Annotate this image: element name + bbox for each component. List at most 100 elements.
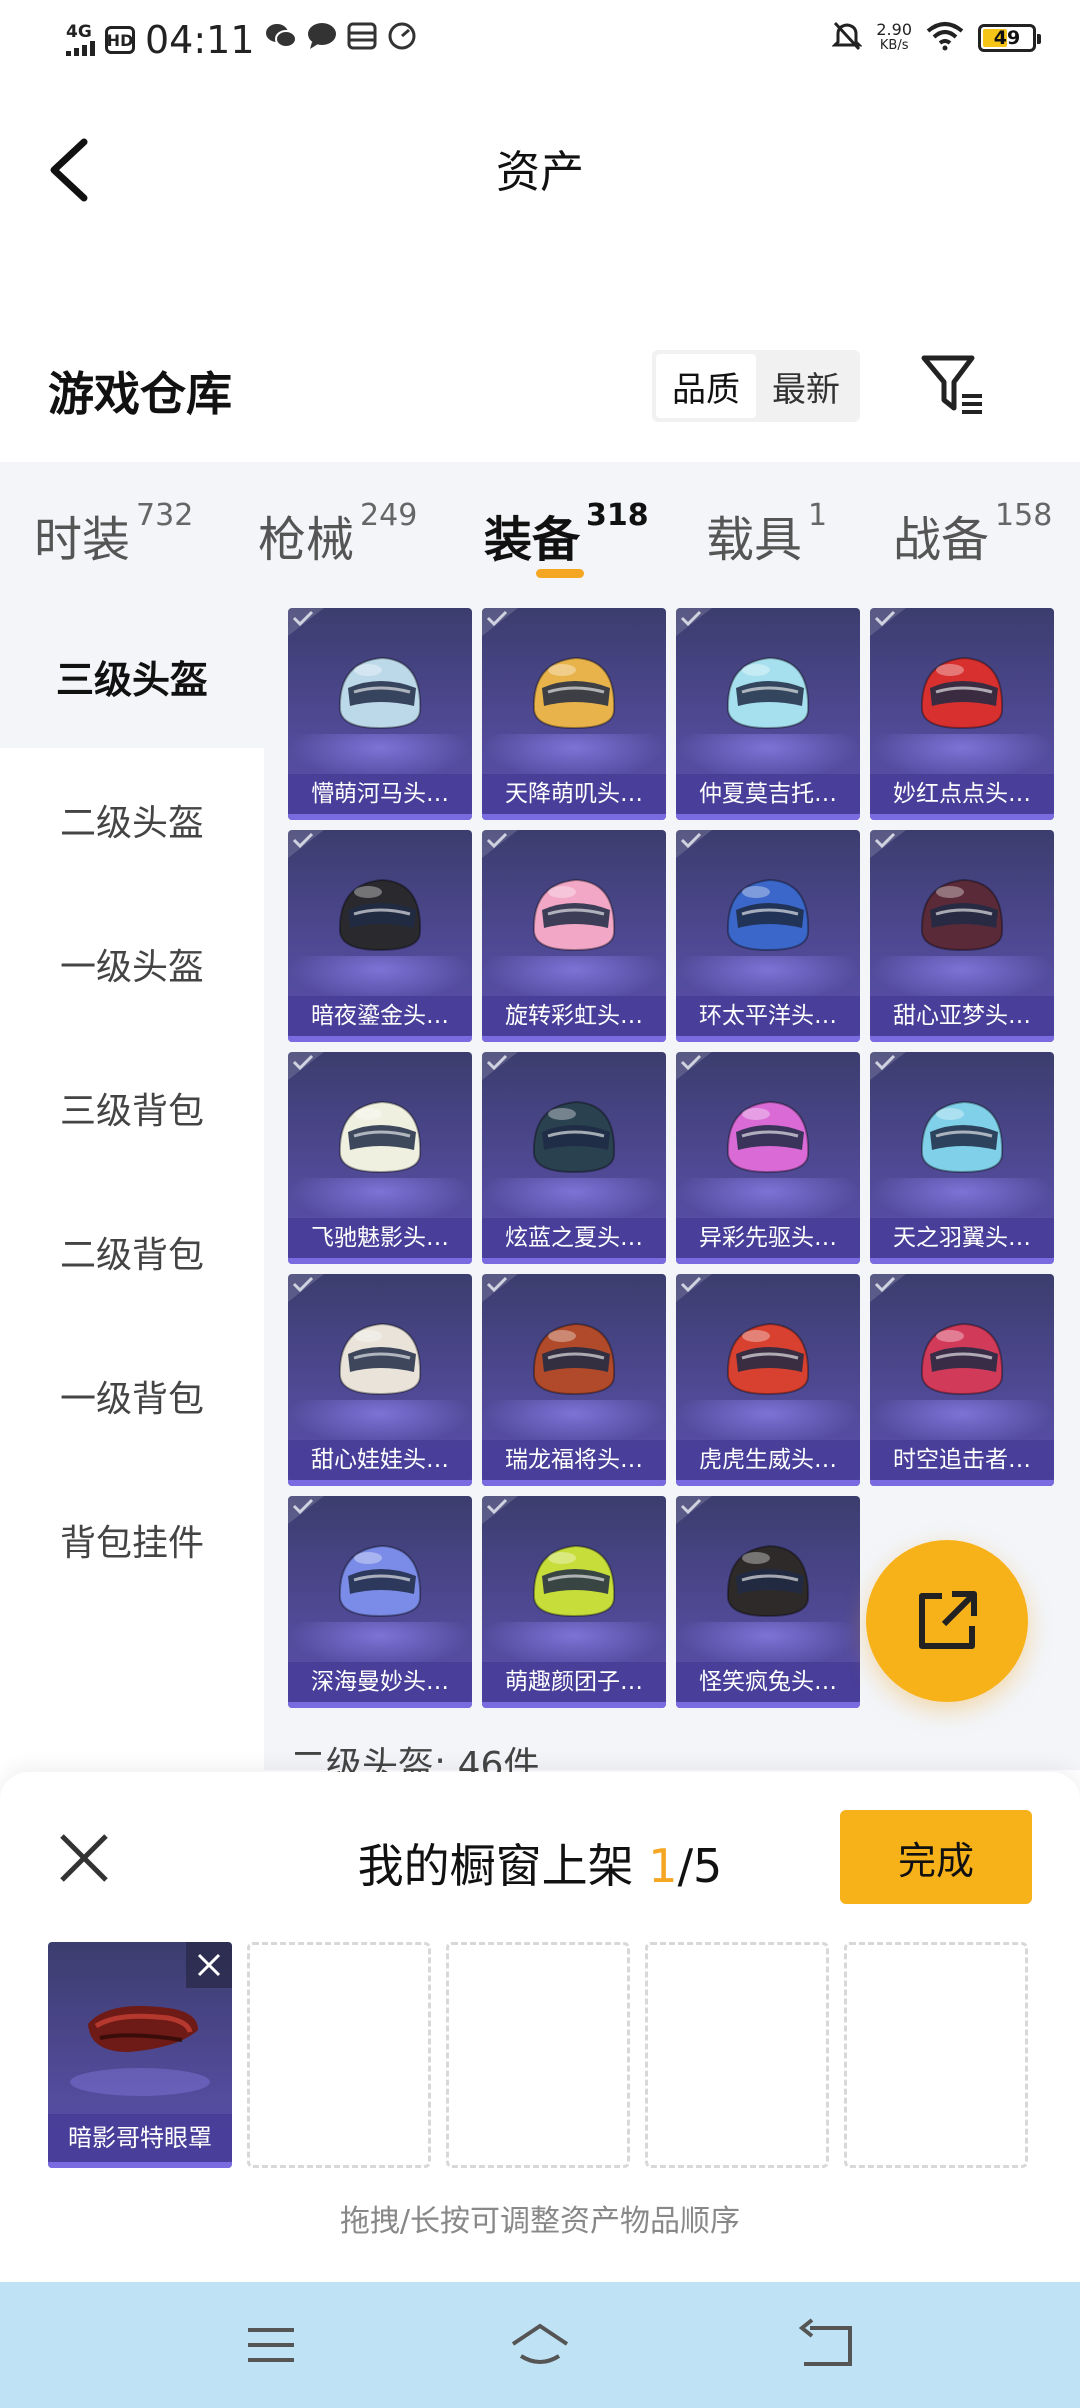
check-icon [870,608,906,636]
remove-item-button[interactable] [186,1942,232,1988]
sidebar-item-level3-backpack[interactable]: 三级背包 [0,1036,264,1180]
sidebar-item-level2-backpack[interactable]: 二级背包 [0,1180,264,1324]
tab-fashion[interactable]: 时装 732 [34,498,193,570]
check-icon [482,1052,518,1080]
sidebar-item-level1-helmet[interactable]: 一级头盔 [0,892,264,1036]
mute-icon [831,20,863,56]
item-name: 旋转彩虹头… [482,996,666,1036]
item-card[interactable]: 甜心亚梦头… [870,830,1054,1042]
home-icon [511,2323,569,2364]
sort-quality-button[interactable]: 品质 [656,354,756,418]
item-name: 仲夏莫吉托… [676,774,860,814]
check-icon [676,1496,712,1524]
menu-button[interactable] [236,2310,306,2380]
item-name: 炫蓝之夏头… [482,1218,666,1258]
item-card[interactable]: 妙红点点头… [870,608,1054,820]
subcategory-sidebar: 三级头盔 二级头盔 一级头盔 三级背包 二级背包 一级背包 背包挂件 [0,604,264,1770]
page-title: 资产 [496,147,584,198]
check-icon [676,1052,712,1080]
helmet-item-image [532,1100,616,1174]
item-name: 异彩先驱头… [676,1218,860,1258]
item-card[interactable]: 懵萌河马头… [288,608,472,820]
item-name: 环太平洋头… [676,996,860,1036]
check-icon [870,830,906,858]
sidebar-item-level1-backpack[interactable]: 一级背包 [0,1324,264,1468]
close-icon [197,1953,221,1977]
timer-icon [387,21,417,59]
check-icon [482,608,518,636]
hd-icon: HD [105,26,135,54]
check-icon [676,830,712,858]
helmet-item-image [920,1322,1004,1396]
item-card[interactable]: 旋转彩虹头… [482,830,666,1042]
item-card[interactable]: 怪笑疯兔头… [676,1496,860,1708]
wechat-icon [265,22,297,58]
item-name: 萌趣颜团子… [482,1662,666,1702]
battery-icon: 49 [978,24,1041,52]
back-nav-button[interactable] [790,2310,860,2380]
item-card[interactable]: 炫蓝之夏头… [482,1052,666,1264]
showcase-slot-empty[interactable] [844,1942,1028,2168]
item-name: 天降萌叽头… [482,774,666,814]
item-name: 天之羽翼头… [870,1218,1054,1258]
item-card[interactable]: 暗夜鎏金头… [288,830,472,1042]
check-icon [870,1052,906,1080]
item-name: 懵萌河马头… [288,774,472,814]
clock: 04:11 [145,18,255,62]
showcase-slot-empty[interactable] [247,1942,431,2168]
tab-firearms[interactable]: 枪械 249 [258,498,417,570]
check-icon [482,830,518,858]
check-icon [482,1496,518,1524]
helmet-item-image [920,1100,1004,1174]
message-icon [307,22,337,58]
helmet-item-image [726,1544,810,1618]
reorder-hint: 拖拽/长按可调整资产物品顺序 [339,2204,741,2239]
helmet-item-image [532,1544,616,1618]
home-button[interactable] [505,2310,575,2380]
item-card[interactable]: 环太平洋头… [676,830,860,1042]
item-card[interactable]: 瑞龙福将头… [482,1274,666,1486]
tab-equipment[interactable]: 装备 318 [484,498,649,570]
item-card[interactable]: 异彩先驱头… [676,1052,860,1264]
check-icon [482,1274,518,1302]
share-button[interactable] [866,1540,1028,1702]
helmet-item-image [726,656,810,730]
signal-icon: 4G [66,24,95,56]
filter-button[interactable] [918,352,988,418]
item-card[interactable]: 虎虎生威头… [676,1274,860,1486]
sidebar-item-level3-helmet[interactable]: 三级头盔 [0,604,264,748]
sort-newest-button[interactable]: 最新 [756,354,856,418]
helmet-item-image [338,1100,422,1174]
item-name: 妙红点点头… [870,774,1054,814]
item-name: 深海曼妙头… [288,1662,472,1702]
check-icon [676,608,712,636]
sidebar-item-backpack-charm[interactable]: 背包挂件 [0,1468,264,1612]
menu-icon [248,2328,294,2362]
item-card[interactable]: 时空追击者… [870,1274,1054,1486]
item-name: 怪笑疯兔头… [676,1662,860,1702]
filter-icon [921,355,982,414]
item-name: 暗夜鎏金头… [288,996,472,1036]
done-button[interactable]: 完成 [840,1810,1032,1904]
showcase-slot-empty[interactable] [446,1942,630,2168]
item-card[interactable]: 天降萌叽头… [482,608,666,820]
item-card[interactable]: 甜心娃娃头… [288,1274,472,1486]
sidebar-item-level2-helmet[interactable]: 二级头盔 [0,748,264,892]
item-card[interactable]: 深海曼妙头… [288,1496,472,1708]
item-card[interactable]: 萌趣颜团子… [482,1496,666,1708]
tab-supplies[interactable]: 战备 158 [893,498,1052,570]
tab-vehicles[interactable]: 载具 1 [706,498,827,570]
item-name: 虎虎生威头… [676,1440,860,1480]
item-name: 时空追击者… [870,1440,1054,1480]
network-type: 4G [66,22,92,42]
item-name: 甜心娃娃头… [288,1440,472,1480]
helmet-item-image [338,656,422,730]
item-card[interactable]: 仲夏莫吉托… [676,608,860,820]
helmet-item-image [532,656,616,730]
showcase-slot-filled[interactable]: 暗影哥特眼罩 [48,1942,232,2168]
helmet-item-image [338,1322,422,1396]
item-card[interactable]: 飞驰魅影头… [288,1052,472,1264]
item-name: 瑞龙福将头… [482,1440,666,1480]
item-card[interactable]: 天之羽翼头… [870,1052,1054,1264]
showcase-slot-empty[interactable] [645,1942,829,2168]
